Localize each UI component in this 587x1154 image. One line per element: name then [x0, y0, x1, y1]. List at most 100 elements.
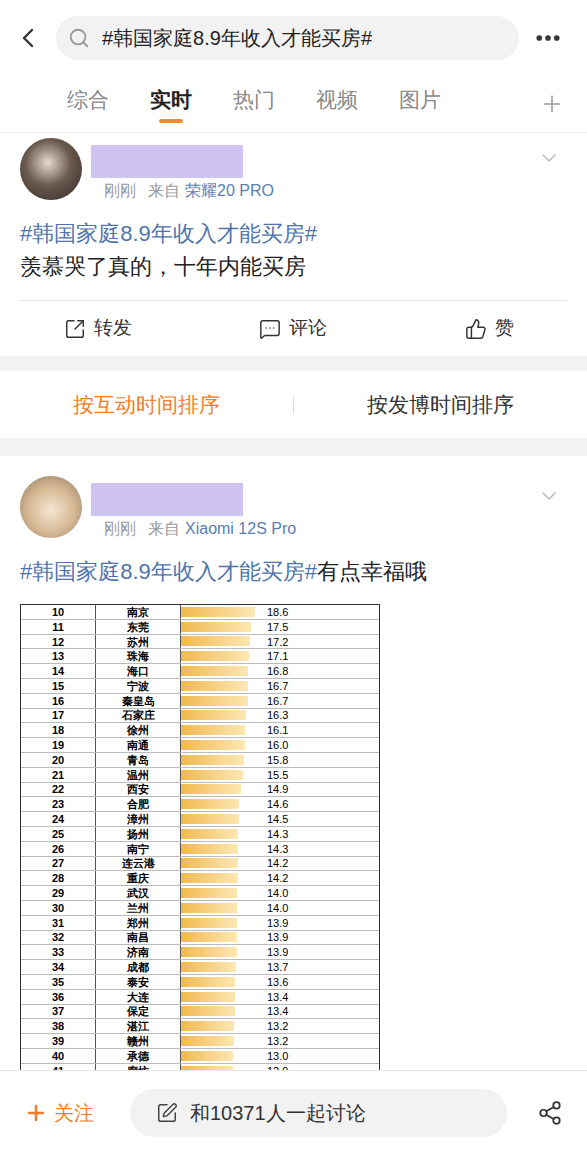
chart-row: 35泰安13.6 [21, 975, 379, 990]
tab[interactable]: 实时 [150, 85, 192, 123]
hashtag-link[interactable]: #韩国家庭8.9年收入才能买房# [20, 221, 317, 246]
bar [181, 814, 239, 824]
rank-cell: 40 [21, 1049, 96, 1063]
comment-icon [259, 318, 281, 340]
bar-cell [181, 812, 263, 826]
city-cell: 南京 [96, 605, 181, 619]
avatar[interactable] [20, 476, 82, 538]
bar-cell [181, 738, 263, 752]
tab[interactable]: 图片 [399, 85, 441, 123]
add-tab-icon[interactable] [539, 91, 565, 117]
bar-cell [181, 916, 263, 930]
dropdown-chevron-icon[interactable] [537, 146, 561, 170]
chart-row: 23合肥14.6 [21, 797, 379, 812]
follow-button[interactable]: 关注 [24, 1098, 94, 1128]
city-cell: 西安 [96, 783, 181, 797]
tab[interactable]: 视频 [316, 85, 358, 123]
rank-cell: 15 [21, 679, 96, 693]
bar [181, 932, 237, 942]
value-cell: 16.0 [263, 738, 379, 752]
bar [181, 636, 250, 646]
bar-cell [181, 945, 263, 959]
like-icon [465, 318, 487, 340]
value-cell: 14.0 [263, 886, 379, 900]
hashtag-link[interactable]: #韩国家庭8.9年收入才能买房# [20, 559, 317, 584]
bar [181, 725, 245, 735]
post-source: 来自Xiaomi 12S Pro [148, 519, 296, 539]
rank-cell: 21 [21, 768, 96, 782]
city-cell: 武汉 [96, 886, 181, 900]
city-cell: 南宁 [96, 842, 181, 856]
value-cell: 17.1 [263, 649, 379, 663]
city-cell: 苏州 [96, 635, 181, 649]
bar [181, 992, 235, 1002]
username-redacted [91, 145, 243, 178]
bar-cell [181, 990, 263, 1004]
city-cell: 徐州 [96, 723, 181, 737]
bar-cell [181, 664, 263, 678]
value-cell: 16.1 [263, 723, 379, 737]
tab[interactable]: 综合 [67, 85, 109, 123]
bar-cell [181, 694, 263, 708]
more-icon[interactable] [533, 23, 563, 53]
tab[interactable]: 热门 [233, 85, 275, 123]
value-cell: 13.4 [263, 1005, 379, 1019]
city-cell: 连云港 [96, 857, 181, 871]
share-icon[interactable] [537, 1100, 563, 1126]
value-cell: 18.6 [263, 605, 379, 619]
username-redacted [91, 483, 243, 516]
bar [181, 947, 237, 957]
rank-cell: 14 [21, 664, 96, 678]
bar-cell [181, 753, 263, 767]
value-cell: 14.6 [263, 797, 379, 811]
city-cell: 成都 [96, 960, 181, 974]
bar [181, 1051, 233, 1061]
city-cell: 南昌 [96, 931, 181, 945]
post-meta: 刚刚来自荣耀20 PRO [104, 181, 274, 201]
bar [181, 740, 245, 750]
bar [181, 799, 239, 809]
sort-option[interactable]: 按互动时间排序 [0, 389, 293, 421]
value-cell: 14.3 [263, 827, 379, 841]
rank-cell: 27 [21, 857, 96, 871]
bar-cell [181, 871, 263, 885]
city-cell: 湛江 [96, 1019, 181, 1033]
chart-row: 13珠海17.1 [21, 649, 379, 664]
like-button[interactable]: 赞 [391, 314, 587, 343]
bar-cell [181, 1005, 263, 1019]
value-cell: 13.9 [263, 945, 379, 959]
chart-row: 40承德13.0 [21, 1049, 379, 1064]
bar [181, 666, 248, 676]
post-text: #韩国家庭8.9年收入才能买房#有点幸福哦 [0, 555, 587, 588]
bar-cell [181, 842, 263, 856]
chart-row: 11东莞17.5 [21, 620, 379, 635]
search-query: #韩国家庭8.9年收入才能买房# [102, 23, 372, 53]
bar-cell [181, 723, 263, 737]
rank-cell: 32 [21, 931, 96, 945]
sort-option[interactable]: 按发博时间排序 [294, 389, 587, 421]
rank-cell: 26 [21, 842, 96, 856]
rank-cell: 11 [21, 620, 96, 634]
value-cell: 13.7 [263, 960, 379, 974]
search-box[interactable]: #韩国家庭8.9年收入才能买房# [56, 16, 519, 60]
follow-plus-icon [24, 1101, 48, 1125]
bar [181, 784, 241, 794]
rank-cell: 33 [21, 945, 96, 959]
bar-cell [181, 679, 263, 693]
bar [181, 844, 238, 854]
comment-button[interactable]: 评论 [196, 314, 392, 343]
value-cell: 13.9 [263, 931, 379, 945]
bar [181, 962, 236, 972]
city-cell: 青岛 [96, 753, 181, 767]
avatar[interactable] [20, 138, 82, 200]
city-cell: 宁波 [96, 679, 181, 693]
bar-cell [181, 605, 263, 619]
bar-cell [181, 797, 263, 811]
bar-cell [181, 1019, 263, 1033]
discuss-field[interactable]: 和10371人一起讨论 [130, 1089, 507, 1137]
city-cell: 泰安 [96, 975, 181, 989]
dropdown-chevron-icon[interactable] [537, 484, 561, 508]
back-icon[interactable] [12, 22, 44, 54]
rank-cell: 10 [21, 605, 96, 619]
repost-button[interactable]: 转发 [0, 314, 196, 343]
